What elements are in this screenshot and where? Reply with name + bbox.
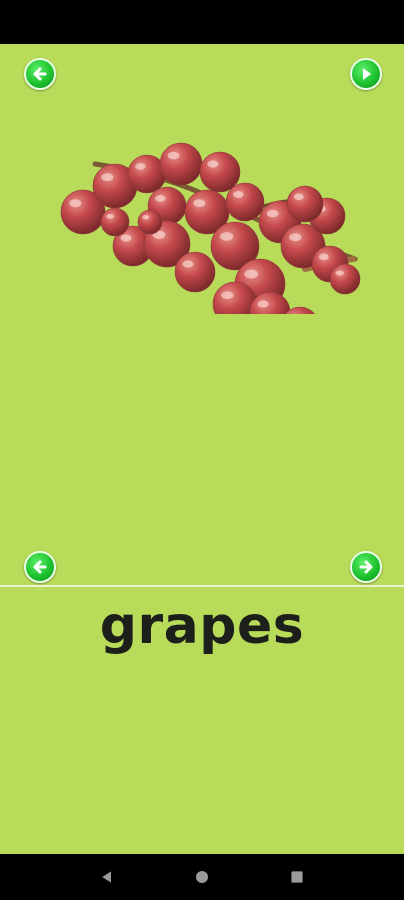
- grape-highlight: [182, 260, 194, 268]
- arrow-left-icon: [33, 67, 47, 81]
- grape-highlight: [101, 173, 114, 182]
- play-icon: [363, 68, 371, 80]
- grape-highlight: [155, 194, 166, 202]
- grapes-image: [55, 94, 365, 346]
- grape-highlight: [142, 215, 150, 220]
- grape-berry: [225, 182, 265, 222]
- grape-berry: [100, 207, 130, 237]
- grape-highlight: [318, 253, 329, 261]
- grape-berry: [199, 151, 241, 193]
- system-navigation-bar: [0, 854, 404, 900]
- play-button[interactable]: [350, 58, 382, 90]
- previous-button[interactable]: [24, 58, 56, 90]
- system-home-button[interactable]: [187, 862, 217, 892]
- home-circle-icon: [195, 871, 208, 883]
- system-recents-button[interactable]: [282, 862, 312, 892]
- card-word: grapes: [99, 596, 305, 656]
- grape-highlight: [193, 199, 206, 208]
- grape-highlight: [135, 162, 146, 170]
- grape-highlight: [335, 270, 344, 276]
- grape-highlight: [289, 233, 302, 242]
- grape-highlight: [167, 151, 180, 160]
- grapes-illustration: [60, 142, 361, 346]
- flashcard-screen: grapes: [0, 44, 404, 854]
- back-card-button[interactable]: [24, 551, 56, 583]
- grape-highlight: [69, 199, 82, 208]
- grape-highlight: [207, 160, 219, 168]
- grape-berry: [159, 142, 203, 186]
- grape-highlight: [257, 300, 269, 308]
- grape-highlight: [233, 190, 244, 198]
- system-back-button[interactable]: [92, 862, 122, 892]
- grape-highlight: [221, 291, 234, 300]
- grape-highlight: [106, 213, 115, 219]
- grape-berry: [286, 185, 324, 223]
- recents-square-icon: [291, 871, 303, 883]
- grape-berry: [174, 251, 216, 293]
- divider: [0, 585, 404, 587]
- grape-berry: [329, 263, 361, 295]
- status-bar: [0, 0, 404, 44]
- grape-berry: [137, 209, 163, 235]
- next-card-button[interactable]: [350, 551, 382, 583]
- arrow-left-icon: [33, 560, 47, 574]
- grape-highlight: [120, 234, 132, 242]
- grape-highlight: [219, 232, 234, 241]
- arrow-right-icon: [359, 560, 373, 574]
- grape-highlight: [244, 269, 259, 279]
- back-triangle-icon: [102, 871, 112, 883]
- grape-highlight: [266, 209, 279, 218]
- grape-highlight: [293, 193, 304, 201]
